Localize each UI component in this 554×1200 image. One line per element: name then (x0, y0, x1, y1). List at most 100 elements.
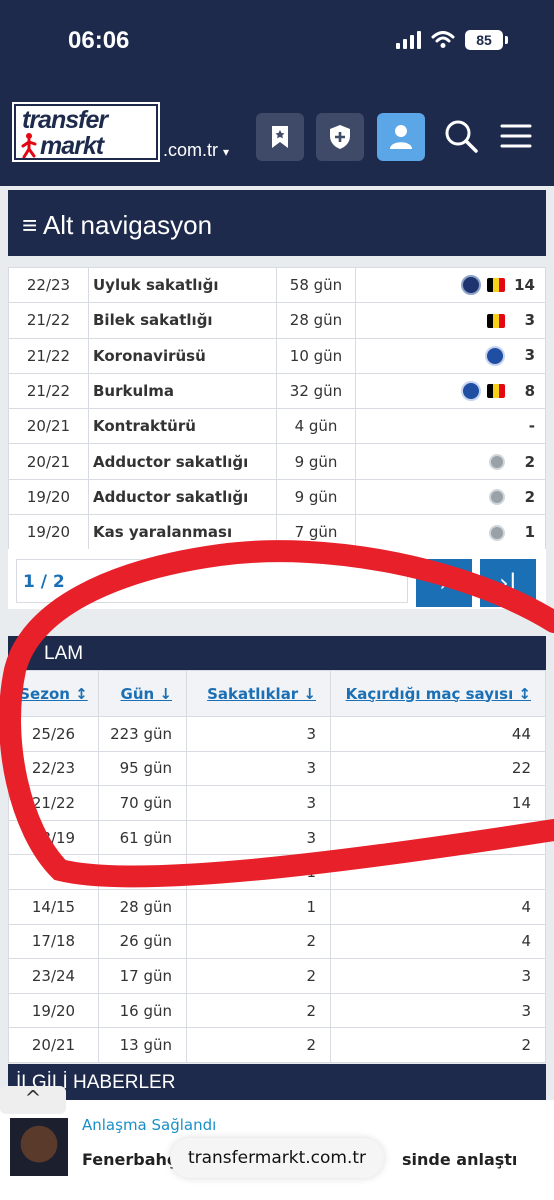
belgium-club-icon[interactable] (487, 313, 505, 328)
status-icons: 85 (396, 30, 508, 50)
injury-row: 21/22 Burkulma 32 gün 8 (8, 372, 546, 410)
pagination: 1 / 2 › ›| (8, 549, 546, 609)
next-page-button[interactable]: › (416, 559, 472, 607)
browser-address-bar[interactable]: transfermarkt.com.tr (170, 1138, 384, 1178)
summary-row: 18/19 61 gün 3 7 (8, 819, 546, 856)
injury-games-missed: 8 (355, 372, 546, 410)
summary-title: LAM (44, 643, 84, 664)
summary-games-missed: 44 (330, 716, 546, 752)
injury-row: 19/20 Kas yaralanması 7 gün 1 (8, 514, 546, 551)
injury-days: 9 gün (276, 443, 356, 480)
injury-games-missed: 14 (355, 266, 546, 304)
column-header-injuries[interactable]: Sakatlıklar ↓ (186, 670, 331, 717)
summary-season: 14/15 (8, 888, 99, 925)
menu-icon[interactable] (498, 118, 534, 154)
summary-games-missed: 4 (330, 888, 546, 925)
summary-games-missed: 7 (330, 819, 546, 856)
summary-games-missed: 3 (330, 958, 546, 994)
summary-injuries: 1 (186, 888, 331, 925)
injury-type: Adductor sakatlığı (88, 443, 277, 480)
injury-summary-table: Sezon ↕ Gün ↓ Sakatlıklar ↓ Kaçırdığı ma… (8, 670, 546, 1063)
summary-season (8, 854, 99, 890)
summary-injuries: 2 (186, 923, 331, 960)
summary-season: 18/19 (8, 819, 99, 856)
injury-type: Burkulma (88, 372, 277, 410)
summary-games-missed: 22 (330, 750, 546, 787)
summary-season: 22/23 (8, 750, 99, 787)
summary-season: 25/26 (8, 716, 99, 752)
column-header-days[interactable]: Gün ↓ (98, 670, 187, 717)
injury-type: Uyluk sakatlığı (88, 266, 277, 304)
watchlist-button[interactable] (256, 113, 304, 161)
scroll-up-button[interactable]: ^ (0, 1086, 66, 1114)
summary-injuries: 3 (186, 716, 331, 752)
related-news-title: İLGİLİ HABERLER (8, 1064, 546, 1100)
battery-indicator: 85 (465, 30, 503, 50)
injury-row: 22/23 Uyluk sakatlığı 58 gün 14 (8, 266, 546, 304)
injury-row: 19/20 Adductor sakatlığı 9 gün 2 (8, 478, 546, 516)
summary-days: 61 gün (98, 819, 187, 856)
summary-injuries: 3 (186, 750, 331, 787)
games-missed-count: 8 (524, 381, 535, 400)
bookmark-icon (272, 126, 288, 148)
games-missed-count: 1 (524, 523, 535, 542)
logo-text-bottom: markt (40, 132, 104, 160)
injury-season: 20/21 (8, 443, 89, 480)
user-profile-button[interactable] (377, 113, 425, 161)
summary-row: 21/22 70 gün 3 14 (8, 785, 546, 821)
page-indicator[interactable]: 1 / 2 (16, 559, 408, 603)
summary-games-missed: 2 (330, 1027, 546, 1063)
summary-games-missed: 4 (330, 923, 546, 960)
chevron-down-icon: ▾ (223, 145, 230, 159)
summary-row: 20/21 13 gün 2 2 (8, 1027, 546, 1063)
summary-games-missed: 3 (330, 992, 546, 1029)
summary-section-title: LAM (8, 636, 546, 670)
cellular-signal-icon (396, 31, 421, 49)
news-tag[interactable]: Anlaşma Sağlandı (82, 1116, 216, 1134)
atalanta-club-icon[interactable] (489, 489, 505, 506)
chelsea-club-icon[interactable] (485, 345, 505, 366)
logo-text-top: transfer (22, 106, 108, 134)
belgium-club-icon[interactable] (487, 278, 505, 293)
wifi-icon (431, 31, 455, 48)
injury-season: 21/22 (8, 302, 89, 339)
summary-days: 223 gün (98, 716, 187, 752)
summary-injuries: 1 (186, 854, 331, 890)
news-thumbnail (10, 1118, 68, 1176)
last-page-button[interactable]: ›| (480, 559, 536, 607)
column-header-season[interactable]: Sezon ↕ (8, 670, 99, 717)
summary-row: 14/15 28 gün 1 4 (8, 888, 546, 925)
atalanta-club-icon[interactable] (489, 454, 505, 471)
summary-row: 17/18 26 gün 2 4 (8, 923, 546, 960)
domain-label: .com.tr (163, 140, 219, 160)
summary-games-missed: 14 (330, 785, 546, 821)
domain-selector[interactable]: .com.tr ▾ (163, 140, 229, 161)
skip-to-last-icon: ›| (499, 569, 517, 597)
club-shield-button[interactable] (316, 113, 364, 161)
transfermarkt-logo[interactable]: transfer markt (12, 102, 160, 162)
injury-type: Bilek sakatlığı (88, 302, 277, 339)
summary-injuries: 2 (186, 1027, 331, 1063)
summary-injuries: 3 (186, 785, 331, 821)
injury-season: 21/22 (8, 337, 89, 374)
injury-type: Adductor sakatlığı (88, 478, 277, 516)
belgium-club-icon[interactable] (487, 384, 505, 399)
status-time: 06:06 (68, 27, 130, 54)
games-missed-count: 3 (524, 311, 535, 330)
sub-navigation[interactable]: ≡ Alt navigasyon (8, 190, 546, 256)
summary-injuries: 2 (186, 958, 331, 994)
search-icon[interactable] (443, 118, 479, 154)
summary-row: 1 (8, 854, 546, 890)
chelsea-club-icon[interactable] (461, 381, 481, 402)
injury-season: 22/23 (8, 266, 89, 304)
summary-season: 20/21 (8, 1027, 99, 1063)
injury-games-missed: 3 (355, 337, 546, 374)
atalanta-club-icon[interactable] (489, 524, 505, 541)
games-missed-count: - (528, 417, 535, 436)
inter-club-icon[interactable] (461, 275, 481, 296)
games-missed-count: 3 (524, 346, 535, 365)
column-header-games-missed[interactable]: Kaçırdığı maç sayısı ↕ (330, 670, 546, 717)
injury-days: 58 gün (276, 266, 356, 304)
injury-days: 4 gün (276, 408, 356, 445)
summary-row: 25/26 223 gün 3 44 (8, 716, 546, 752)
